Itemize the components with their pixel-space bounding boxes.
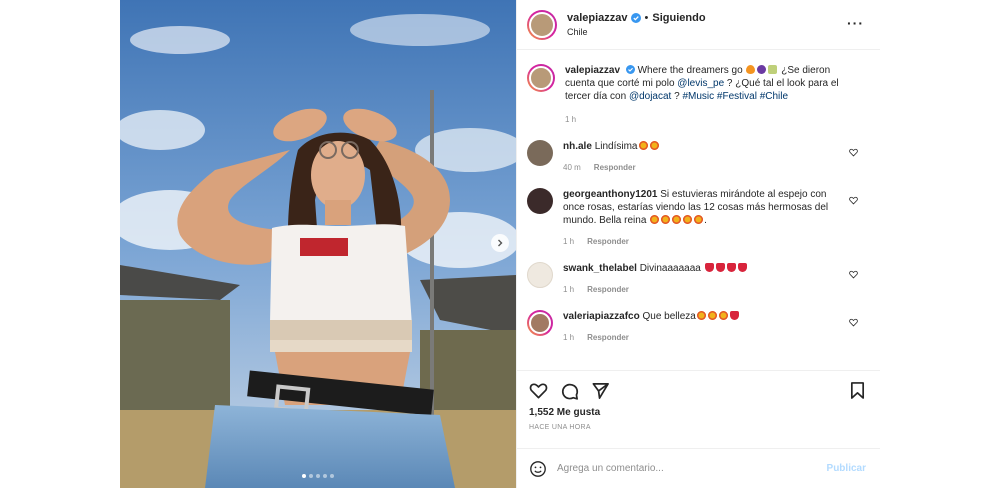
likes-count[interactable]: 1,552 Me gusta [529, 407, 866, 418]
comment-time[interactable]: 1 h [563, 283, 574, 296]
heart-emoji-icon [729, 311, 739, 320]
like-comment-heart-icon[interactable] [849, 148, 858, 157]
star-eyes-emoji-icon [650, 215, 660, 224]
author-username[interactable]: valepiazzav [567, 12, 628, 24]
comment-row: georgeanthony1201 Si estuvieras mirándot… [527, 188, 866, 248]
star-eyes-emoji-icon [694, 215, 704, 224]
fire-emoji-icon [746, 65, 756, 74]
sparkle-emoji-icon [768, 65, 778, 74]
star-eyes-emoji-icon [661, 215, 671, 224]
carousel-dot [330, 474, 334, 478]
like-comment-heart-icon[interactable] [849, 270, 858, 279]
reply-button[interactable]: Responder [587, 283, 629, 296]
verified-badge-icon [630, 13, 641, 23]
publish-button[interactable]: Publicar [827, 463, 866, 474]
carousel-dot [309, 474, 313, 478]
comment-row: valeriapiazzafco Que belleza 1 h Respond… [527, 310, 866, 344]
heart-emoji-icon [715, 263, 725, 272]
add-comment-bar: Publicar [517, 448, 880, 488]
reply-button[interactable]: Responder [587, 235, 629, 248]
post-location[interactable]: Chile [567, 27, 706, 37]
follow-status-button[interactable]: Siguiendo [652, 12, 705, 24]
commenter-avatar[interactable] [527, 188, 553, 214]
post-actions: 1,552 Me gusta HACE UNA HORA [517, 370, 880, 448]
post-header: valepiazzav • Siguiendo Chile ··· [517, 0, 880, 50]
comment-text: Divinaaaaaaa [639, 263, 701, 274]
star-eyes-emoji-icon [672, 215, 682, 224]
heart-emoji-icon [704, 263, 714, 272]
star-eyes-emoji-icon [707, 311, 717, 320]
commenter-avatar[interactable] [527, 140, 553, 166]
hashtag-links[interactable]: #Music #Festival #Chile [682, 91, 788, 102]
caption-time[interactable]: 1 h [565, 113, 576, 126]
star-eyes-emoji-icon [696, 311, 706, 320]
more-options-icon[interactable]: ··· [847, 16, 864, 30]
comment-row: nh.ale Lindísima 40 m Responder [527, 140, 866, 174]
like-comment-heart-icon[interactable] [849, 196, 858, 205]
carousel-indicator [302, 474, 334, 478]
grapes-emoji-icon [757, 65, 767, 74]
reply-button[interactable]: Responder [587, 331, 629, 344]
post-photo[interactable] [120, 0, 516, 488]
commenter-avatar[interactable] [527, 262, 553, 288]
star-eyes-emoji-icon [638, 141, 648, 150]
comment-input[interactable] [557, 463, 827, 474]
comment-text: Lindísima [594, 141, 638, 152]
like-comment-heart-icon[interactable] [849, 318, 858, 327]
emoji-icon[interactable] [529, 460, 547, 478]
verified-badge-icon [625, 65, 635, 74]
commenter-username[interactable]: nh.ale [563, 141, 592, 152]
post-timestamp: HACE UNA HORA [529, 424, 591, 431]
comment-text: Que belleza [642, 311, 696, 322]
comments-list: valepiazzav Where the dreamers go ¿Se di… [517, 50, 880, 370]
carousel-dot [323, 474, 327, 478]
caption-text: Where the dreamers go [637, 65, 743, 76]
comment-time[interactable]: 1 h [563, 235, 574, 248]
commenter-username[interactable]: georgeanthony1201 [563, 189, 657, 200]
comment-time[interactable]: 40 m [563, 161, 581, 174]
carousel-dot [316, 474, 320, 478]
share-icon[interactable] [591, 381, 610, 400]
heart-emoji-icon [726, 263, 736, 272]
header-separator: • [644, 12, 649, 24]
star-eyes-emoji-icon [683, 215, 693, 224]
post-side-panel: valepiazzav • Siguiendo Chile ··· valepi… [516, 0, 880, 488]
carousel-dot [302, 474, 306, 478]
comment-icon[interactable] [560, 381, 579, 400]
commenter-username[interactable]: swank_thelabel [563, 263, 637, 274]
heart-icon[interactable] [529, 381, 548, 400]
bookmark-icon[interactable] [849, 381, 866, 400]
author-avatar[interactable] [527, 9, 557, 40]
mention-link[interactable]: @levis_pe [677, 78, 724, 89]
reply-button[interactable]: Responder [594, 161, 636, 174]
photo-image [120, 0, 516, 488]
post-modal: valepiazzav • Siguiendo Chile ··· valepi… [120, 0, 880, 488]
comment-time[interactable]: 1 h [563, 331, 574, 344]
mention-link[interactable]: @dojacat [629, 91, 671, 102]
heart-emoji-icon [737, 263, 747, 272]
commenter-username[interactable]: valeriapiazzafco [563, 311, 640, 322]
commenter-avatar[interactable] [527, 310, 553, 336]
chevron-right-icon [498, 239, 503, 247]
star-eyes-emoji-icon [649, 141, 659, 150]
caption-username[interactable]: valepiazzav [565, 65, 620, 76]
star-eyes-emoji-icon [718, 311, 728, 320]
comment-row: swank_thelabel Divinaaaaaaa 1 h Responde… [527, 262, 866, 296]
caption-row: valepiazzav Where the dreamers go ¿Se di… [527, 64, 866, 126]
caption-text: ? [674, 91, 680, 102]
caption-avatar[interactable] [527, 64, 555, 92]
carousel-next-button[interactable] [491, 234, 509, 252]
